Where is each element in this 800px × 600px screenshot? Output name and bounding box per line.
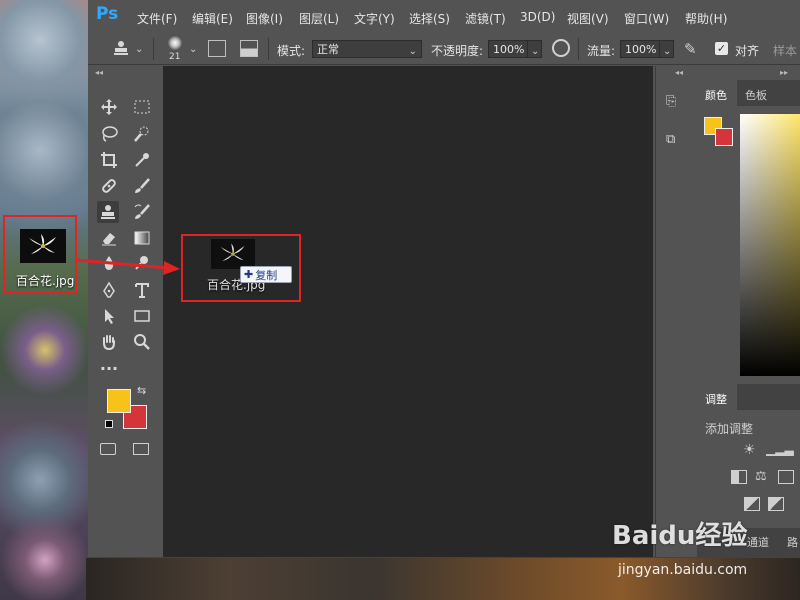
tab-channels[interactable]: 通道 [747, 534, 769, 550]
default-colors-icon[interactable] [105, 420, 113, 428]
brush-size-value: 21 [169, 52, 181, 62]
tab-paths[interactable]: 路 [787, 534, 798, 550]
opacity-dropdown[interactable]: ⌄ [527, 40, 542, 58]
foreground-color-swatch[interactable] [107, 389, 131, 413]
photoshop-logo: Ps [96, 4, 119, 24]
menu-image[interactable]: 图像(I) [246, 10, 283, 27]
menu-3d[interactable]: 3D(D) [520, 10, 555, 24]
quick-selection-tool-icon[interactable] [131, 123, 153, 145]
menu-edit[interactable]: 编辑(E) [192, 10, 233, 27]
clone-source-icon[interactable] [240, 40, 258, 57]
align-checkbox[interactable]: ✓ [715, 42, 728, 55]
clone-stamp-preset-icon[interactable] [112, 39, 130, 60]
screen-mode-icon[interactable] [133, 443, 149, 455]
invert-adjust-icon[interactable] [744, 497, 760, 511]
options-separator [578, 38, 579, 60]
quick-mask-icon[interactable] [100, 443, 116, 455]
baidu-watermark: Baidu经验 jingyan.baidu.com [612, 515, 747, 578]
move-tool-icon[interactable] [98, 96, 120, 118]
toolbox-collapse-icon[interactable]: ◂◂ [95, 68, 103, 77]
eyedropper-tool-icon[interactable] [131, 149, 153, 171]
clone-stamp-tool-icon[interactable] [97, 201, 119, 223]
tab-swatches[interactable]: 色板 [745, 87, 767, 103]
eraser-tool-icon[interactable] [98, 227, 120, 249]
panel-background-swatch[interactable] [715, 128, 733, 146]
gradient-tool-icon[interactable] [131, 227, 153, 249]
healing-brush-tool-icon[interactable] [98, 175, 120, 197]
brightness-adjust-icon[interactable]: ☀ [743, 442, 756, 458]
threshold-adjust-icon[interactable] [768, 497, 784, 511]
opacity-label: 不透明度: [431, 44, 484, 58]
pen-tool-icon[interactable] [98, 279, 120, 301]
brush-chevron-icon[interactable]: ⌄ [189, 44, 197, 55]
balance-adjust-icon[interactable]: ⚖ [755, 469, 767, 484]
menu-filter[interactable]: 滤镜(T) [465, 10, 506, 27]
tab-color[interactable]: 颜色 [705, 87, 727, 103]
preset-chevron-icon[interactable]: ⌄ [135, 44, 143, 55]
right-collapse-icon[interactable]: ◂◂ [675, 68, 683, 77]
align-label: 对齐 [735, 44, 760, 58]
path-selection-tool-icon[interactable] [98, 305, 120, 327]
history-brush-tool-icon[interactable] [131, 201, 153, 223]
hand-tool-icon[interactable] [98, 331, 120, 353]
history-panel-icon[interactable]: ⎘ [666, 94, 684, 110]
sample-label: 样本 [773, 44, 798, 58]
options-separator [153, 38, 154, 60]
opacity-chevron-icon: ⌄ [531, 46, 540, 57]
type-tool-icon[interactable] [131, 279, 153, 301]
panels-collapse-icon[interactable]: ▸▸ [780, 68, 788, 77]
desktop-file-highlight [3, 215, 77, 293]
pressure-opacity-icon[interactable] [552, 39, 570, 57]
bw-adjust-icon[interactable] [778, 470, 794, 484]
flow-label: 流量: [587, 44, 616, 58]
mode-select[interactable]: 正常 ⌄ [312, 40, 422, 58]
flow-input[interactable]: 100% [620, 40, 660, 58]
menu-layer[interactable]: 图层(L) [299, 10, 339, 27]
properties-panel-icon[interactable]: ⧉ [666, 132, 684, 148]
airbrush-icon[interactable]: ✎ [684, 40, 697, 58]
mode-chevron-icon: ⌄ [408, 46, 417, 57]
marquee-tool-icon[interactable] [131, 96, 153, 118]
swap-colors-icon[interactable]: ⇆ [137, 384, 146, 397]
flow-dropdown[interactable]: ⌄ [659, 40, 674, 58]
tab-adjustments[interactable]: 调整 [705, 391, 727, 407]
drag-arrow [76, 258, 180, 275]
drag-highlight [181, 234, 301, 302]
menu-select[interactable]: 选择(S) [409, 10, 450, 27]
levels-adjust-icon[interactable]: ▁▂▃ [766, 442, 794, 456]
mode-label: 模式: [277, 44, 306, 58]
crop-tool-icon[interactable] [98, 149, 120, 171]
brush-tool-icon[interactable] [131, 175, 153, 197]
hue-adjust-icon[interactable] [731, 470, 747, 484]
menu-file[interactable]: 文件(F) [137, 10, 177, 27]
watermark-brand: Baidu经验 [612, 521, 748, 551]
menu-view[interactable]: 视图(V) [567, 10, 609, 27]
canvas-area[interactable] [163, 66, 653, 557]
brush-panel-icon[interactable] [208, 40, 226, 57]
mode-value: 正常 [317, 43, 339, 56]
opacity-input[interactable]: 100% [488, 40, 528, 58]
options-separator [268, 38, 269, 60]
flow-chevron-icon: ⌄ [663, 46, 672, 57]
rectangle-tool-icon[interactable] [131, 305, 153, 327]
watermark-url: jingyan.baidu.com [618, 562, 748, 578]
add-adjustment-label: 添加调整 [705, 422, 754, 436]
zoom-tool-icon[interactable] [131, 331, 153, 353]
menu-type[interactable]: 文字(Y) [354, 10, 395, 27]
lasso-tool-icon[interactable] [98, 123, 120, 145]
menu-window[interactable]: 窗口(W) [624, 10, 669, 27]
more-tools-icon[interactable]: ··· [98, 357, 120, 379]
color-picker-field[interactable] [740, 114, 800, 376]
menu-help[interactable]: 帮助(H) [685, 10, 727, 27]
brush-preview-icon[interactable] [168, 36, 182, 50]
